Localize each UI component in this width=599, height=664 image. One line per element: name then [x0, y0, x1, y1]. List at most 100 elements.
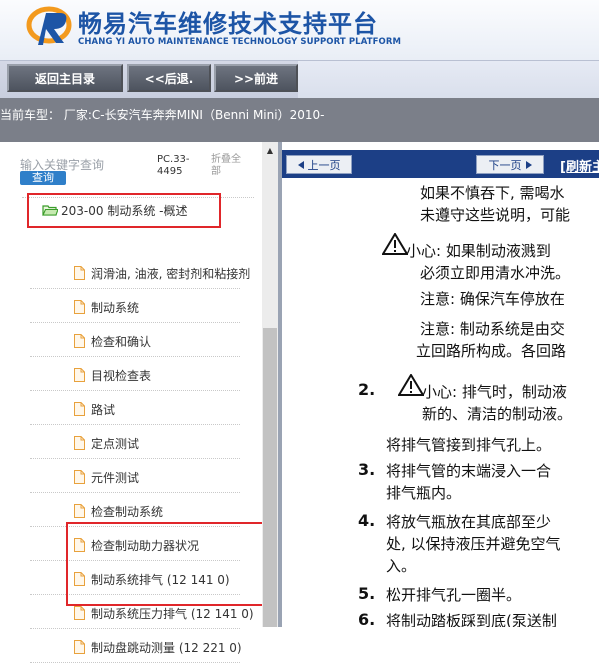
tree-item-label: 润滑油, 油液, 密封剂和粘接剂: [91, 266, 251, 281]
document-content: 如果不慎吞下, 需喝水 未遵守这些说明，可能 小心: 如果制动液溅到 必须立即用…: [282, 178, 599, 627]
search-button[interactable]: 查询: [20, 171, 66, 185]
home-button[interactable]: 返回主目录: [7, 64, 123, 92]
tree-item-label: 制动系统: [91, 300, 140, 315]
tree-item[interactable]: 制动系统压力排气 (12 141 0): [74, 598, 254, 628]
tree-item[interactable]: 定点测试: [74, 428, 139, 458]
divider: [30, 560, 240, 562]
tree-item-label: 检查和确认: [91, 334, 152, 349]
step-number: 5.: [358, 584, 376, 603]
brand-title: 畅易汽车维修技术支持平台: [78, 10, 378, 38]
back-button[interactable]: <<后退.: [127, 64, 211, 92]
divider: [30, 390, 240, 392]
tree-item-label: 检查制动助力器状况: [91, 538, 200, 553]
tree-item-label: 制动系统压力排气 (12 141 0): [91, 606, 254, 621]
warning-icon: [398, 374, 424, 396]
document-nav-bar: 上一页 下一页 [刷新主: [282, 150, 599, 178]
doc-line: 入。: [386, 557, 417, 575]
tree-item[interactable]: 制动系统排气 (12 141 0): [74, 564, 230, 594]
document-icon: [74, 266, 85, 280]
doc-line: 将放气瓶放在其底部至少: [386, 513, 552, 531]
divider: [30, 458, 240, 460]
tree-item[interactable]: 检查制动助力器状况: [74, 530, 199, 560]
document-icon: [74, 334, 85, 348]
doc-line: 如果不慎吞下, 需喝水: [420, 184, 565, 202]
vehicle-bar: 当前车型： 厂家:C-长安汽车奔奔MINI（Benni Mini）2010-: [0, 98, 599, 142]
tree-item[interactable]: 元件测试: [74, 462, 139, 492]
collapse-all-link[interactable]: 折叠全部: [211, 154, 249, 178]
document-panel: 上一页 下一页 [刷新主 如果不慎吞下, 需喝水 未遵守这些说明，可能 小心: …: [278, 142, 599, 627]
prev-page-label: 上一页: [307, 158, 341, 172]
sidebar: 输入关键字查询 查询 PC.33-4495 折叠全部 203-00 制动系统 -…: [0, 142, 278, 663]
document-icon: [74, 300, 85, 314]
next-page-button[interactable]: 下一页: [476, 155, 544, 174]
tree-item-label: 定点测试: [91, 436, 140, 451]
divider: [30, 594, 240, 596]
divider: [30, 322, 240, 324]
doc-line: 松开排气孔一圈半。: [386, 586, 522, 604]
logo-icon: [26, 6, 72, 45]
doc-line: 新的、清洁的制动液。: [422, 405, 573, 423]
tree-item[interactable]: 路试: [74, 394, 115, 424]
tree-item-label: 检查制动系统: [91, 504, 164, 519]
toolbar-right-area: [298, 61, 599, 99]
scroll-thumb[interactable]: [263, 328, 277, 627]
doc-line: 必须立即用清水冲洗。: [420, 264, 571, 282]
toolbar: 返回主目录 <<后退. >>前进: [0, 60, 599, 99]
doc-line: 小心: 排气时，制动液: [422, 383, 567, 401]
tree-item[interactable]: 润滑油, 油液, 密封剂和粘接剂: [74, 258, 250, 288]
refresh-link[interactable]: [刷新主: [560, 156, 599, 175]
step-number: 6.: [358, 610, 376, 627]
divider: [30, 526, 240, 528]
tree-item[interactable]: 检查制动系统: [74, 496, 163, 526]
divider: [30, 288, 240, 290]
document-icon: [74, 606, 85, 620]
scroll-up-icon[interactable]: ▲: [262, 142, 278, 158]
tree-item[interactable]: 制动系统: [74, 292, 139, 322]
tree-item[interactable]: 目视检查表: [74, 360, 151, 390]
doc-line: 未遵守这些说明，可能: [420, 206, 571, 224]
divider: [30, 424, 240, 426]
tree-item-label: 元件测试: [91, 470, 140, 485]
doc-line: 处, 以保持液压并避免空气: [386, 535, 561, 553]
document-icon: [74, 470, 85, 484]
tree-item-label: 路试: [91, 402, 116, 417]
document-icon: [74, 368, 85, 382]
tree-item[interactable]: 检查和确认: [74, 326, 151, 356]
step-number: 4.: [358, 511, 376, 530]
document-icon: [74, 572, 85, 586]
prev-page-button[interactable]: 上一页: [286, 155, 352, 174]
arrow-left-icon: [297, 160, 304, 169]
doc-line: 小心: 如果制动液溅到: [406, 242, 551, 260]
document-icon: [74, 640, 85, 654]
pc-code: PC.33-4495: [157, 154, 190, 177]
tree-item-label: 目视检查表: [91, 368, 152, 383]
next-page-label: 下一页: [488, 158, 522, 172]
tree-folder[interactable]: 203-00 制动系统 -概述: [42, 195, 187, 225]
document-icon: [74, 436, 85, 450]
warning-icon: [382, 233, 408, 255]
doc-line: 注意: 制动系统是由交: [420, 320, 565, 338]
tree-folder-label: 203-00 制动系统 -概述: [61, 203, 188, 218]
divider: [30, 492, 240, 494]
step-number: 3.: [358, 460, 376, 479]
doc-line: 将排气管接到排气孔上。: [386, 436, 552, 454]
app-header: 畅易汽车维修技术支持平台 CHANG YI AUTO MAINTENANCE T…: [0, 0, 599, 60]
folder-open-icon: [42, 205, 58, 216]
step-number: 2.: [358, 380, 376, 399]
document-icon: [74, 504, 85, 518]
doc-line: 将排气管的末端浸入一合: [386, 462, 552, 480]
divider: [30, 628, 240, 630]
doc-line: 注意: 确保汽车停放在: [420, 290, 565, 308]
tree-item-label: 制动系统排气 (12 141 0): [91, 572, 230, 587]
tree-item-label: 制动盘跳动测量 (12 221 0): [91, 640, 242, 655]
arrow-right-icon: [525, 160, 532, 169]
doc-line: 将制动踏板踩到底(泵送制: [386, 612, 557, 627]
tree-item[interactable]: 制动盘跳动测量 (12 221 0): [74, 632, 242, 662]
brand-subtitle: CHANG YI AUTO MAINTENANCE TECHNOLOGY SUP…: [78, 37, 402, 47]
forward-button[interactable]: >>前进: [214, 64, 298, 92]
doc-line: 排气瓶内。: [386, 484, 462, 502]
divider: [30, 356, 240, 358]
sidebar-scrollbar[interactable]: ▲: [262, 142, 278, 627]
current-vehicle: 当前车型： 厂家:C-长安汽车奔奔MINI（Benni Mini）2010-: [0, 108, 325, 122]
document-icon: [74, 538, 85, 552]
